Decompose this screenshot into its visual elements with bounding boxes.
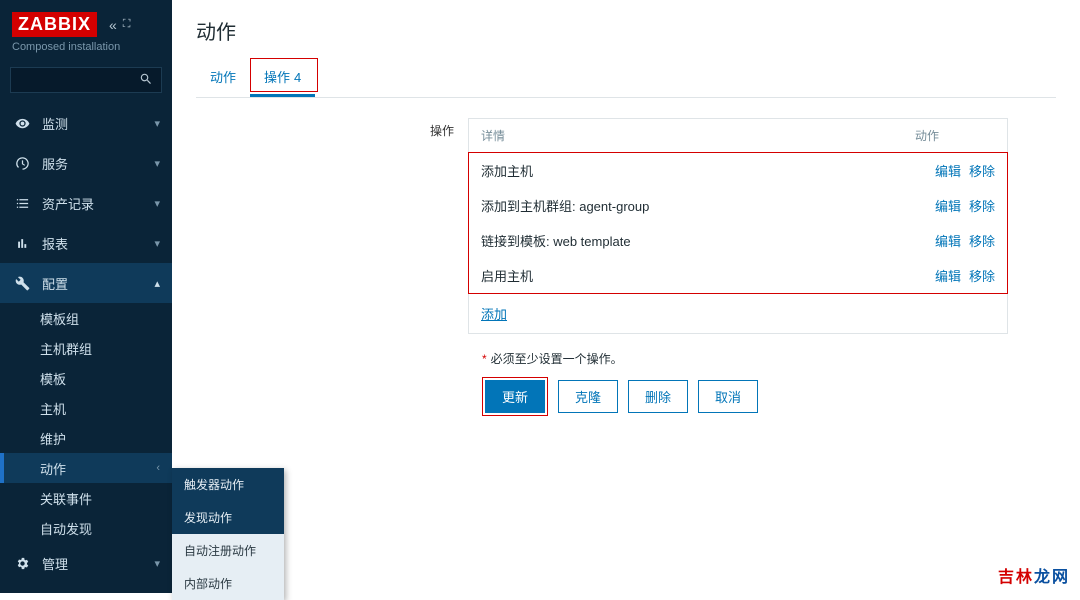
brand-logo[interactable]: ZABBIX xyxy=(12,12,97,37)
sub-discovery[interactable]: 自动发现 xyxy=(0,513,172,543)
chevron-down-icon: ▾ xyxy=(154,197,160,210)
gear-icon xyxy=(12,556,32,571)
chevron-left-icon: ‹ xyxy=(156,462,160,474)
operations-form: 操作 详情 动作 添加主机 编辑移除 添加到主机群组: agent-group … xyxy=(196,118,1056,334)
fly-trigger-actions[interactable]: 触发器动作 xyxy=(172,468,284,501)
brand-subtitle: Composed installation xyxy=(0,39,172,61)
sub-templates[interactable]: 模板 xyxy=(0,363,172,393)
chevron-down-icon: ▾ xyxy=(154,557,160,570)
ops-row: 链接到模板: web template 编辑移除 xyxy=(469,223,1007,258)
sub-actions[interactable]: 动作 ‹ xyxy=(0,453,172,483)
collapse-icon[interactable]: « xyxy=(109,17,117,33)
ops-detail: 启用主机 xyxy=(481,266,935,285)
ops-row: 添加主机 编辑移除 xyxy=(469,153,1007,188)
watermark-b: 龙网 xyxy=(1034,569,1070,586)
remove-link[interactable]: 移除 xyxy=(969,196,995,215)
chevron-down-icon: ▾ xyxy=(154,237,160,250)
chart-icon xyxy=(12,236,32,251)
nav-admin[interactable]: 管理 ▾ xyxy=(0,543,172,583)
sidebar: ZABBIX « ⛶ Composed installation 监测 ▾ 服务… xyxy=(0,0,172,593)
sub-correlation[interactable]: 关联事件 xyxy=(0,483,172,513)
tab-action[interactable]: 动作 xyxy=(196,59,250,97)
sub-template-groups[interactable]: 模板组 xyxy=(0,303,172,333)
ops-row: 添加到主机群组: agent-group 编辑移除 xyxy=(469,188,1007,223)
ops-add-row: 添加 xyxy=(469,294,1007,333)
cancel-button[interactable]: 取消 xyxy=(698,380,758,413)
ops-detail: 添加到主机群组: agent-group xyxy=(481,196,935,215)
remove-link[interactable]: 移除 xyxy=(969,231,995,250)
search-icon xyxy=(139,72,153,89)
nav-label: 服务 xyxy=(42,154,154,173)
nav-inventory[interactable]: 资产记录 ▾ xyxy=(0,183,172,223)
list-icon xyxy=(12,196,32,211)
operations-table: 详情 动作 添加主机 编辑移除 添加到主机群组: agent-group 编辑移… xyxy=(468,118,1008,334)
tab-operations[interactable]: 操作 4 xyxy=(250,59,315,97)
nav-label: 报表 xyxy=(42,234,154,253)
nav-services[interactable]: 服务 ▾ xyxy=(0,143,172,183)
col-actions: 动作 xyxy=(915,127,995,144)
main-content: 动作 动作 操作4 操作 详情 动作 添加主机 编辑移除 添加到主机群组: ag… xyxy=(172,0,1080,593)
add-operation-link[interactable]: 添加 xyxy=(481,307,507,322)
fly-autoreg-actions[interactable]: 自动注册动作 xyxy=(172,534,284,567)
form-buttons: 更新 克隆 删除 取消 xyxy=(482,377,1056,416)
page-title: 动作 xyxy=(196,16,1056,45)
edit-link[interactable]: 编辑 xyxy=(935,231,961,250)
fullscreen-icon[interactable]: ⛶ xyxy=(123,18,131,31)
eye-icon xyxy=(12,116,32,131)
tab-bar: 动作 操作 4 xyxy=(196,59,1056,98)
required-note: * 必须至少设置一个操作。 xyxy=(482,350,1056,367)
nav-label: 管理 xyxy=(42,554,154,573)
watermark: 吉林龙网 xyxy=(998,563,1070,587)
update-button[interactable]: 更新 xyxy=(485,380,545,413)
chevron-down-icon: ▾ xyxy=(154,157,160,170)
fly-internal-actions[interactable]: 内部动作 xyxy=(172,567,284,600)
edit-link[interactable]: 编辑 xyxy=(935,266,961,285)
clone-button[interactable]: 克隆 xyxy=(558,380,618,413)
edit-link[interactable]: 编辑 xyxy=(935,161,961,180)
actions-flyout: 触发器动作 发现动作 自动注册动作 内部动作 xyxy=(172,468,284,600)
sub-maintenance[interactable]: 维护 xyxy=(0,423,172,453)
search-input[interactable] xyxy=(10,67,162,93)
nav-configuration[interactable]: 配置 ▴ xyxy=(0,263,172,303)
tab-count: 4 xyxy=(294,70,301,85)
chevron-up-icon: ▴ xyxy=(154,277,160,290)
nav-label: 资产记录 xyxy=(42,194,154,213)
tab-label: 操作 xyxy=(264,70,290,85)
update-highlight: 更新 xyxy=(482,377,548,416)
nav-label: 监测 xyxy=(42,114,154,133)
required-text: 必须至少设置一个操作。 xyxy=(491,352,623,366)
col-details: 详情 xyxy=(481,127,915,144)
watermark-a: 吉林 xyxy=(998,569,1034,586)
nav-config-submenu: 模板组 主机群组 模板 主机 维护 动作 ‹ 关联事件 自动发现 xyxy=(0,303,172,543)
remove-link[interactable]: 移除 xyxy=(969,161,995,180)
gauge-icon xyxy=(12,156,32,171)
ops-detail: 添加主机 xyxy=(481,161,935,180)
edit-link[interactable]: 编辑 xyxy=(935,196,961,215)
sub-host-groups[interactable]: 主机群组 xyxy=(0,333,172,363)
chevron-down-icon: ▾ xyxy=(154,117,160,130)
nav-reports[interactable]: 报表 ▾ xyxy=(0,223,172,263)
ops-detail: 链接到模板: web template xyxy=(481,231,935,250)
delete-button[interactable]: 删除 xyxy=(628,380,688,413)
ops-rows: 添加主机 编辑移除 添加到主机群组: agent-group 编辑移除 链接到模… xyxy=(468,152,1008,294)
fly-discovery-actions[interactable]: 发现动作 xyxy=(172,501,284,534)
ops-row: 启用主机 编辑移除 xyxy=(469,258,1007,293)
wrench-icon xyxy=(12,276,32,291)
remove-link[interactable]: 移除 xyxy=(969,266,995,285)
sub-label: 动作 xyxy=(40,459,66,478)
sub-hosts[interactable]: 主机 xyxy=(0,393,172,423)
ops-header: 详情 动作 xyxy=(469,119,1007,152)
operations-label: 操作 xyxy=(196,118,468,334)
nav-monitoring[interactable]: 监测 ▾ xyxy=(0,103,172,143)
asterisk-icon: * xyxy=(482,352,487,366)
logo-row: ZABBIX « ⛶ xyxy=(0,0,172,39)
nav-label: 配置 xyxy=(42,274,154,293)
